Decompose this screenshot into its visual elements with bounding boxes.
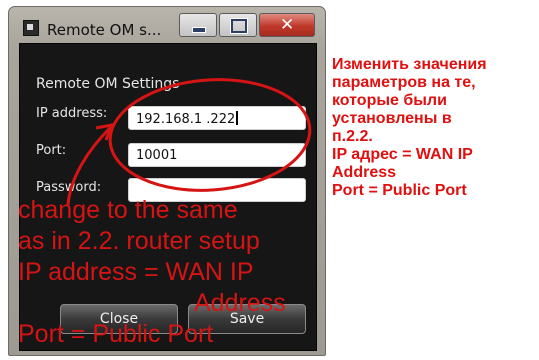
note-line: которые были: [332, 92, 447, 109]
note-line: п.2.2.: [332, 128, 373, 145]
minimize-icon: [192, 27, 206, 33]
window-title: Remote OM s...: [47, 21, 162, 39]
overlay-line: Address: [194, 289, 286, 317]
ip-address-field[interactable]: 192.168.1 .222: [128, 106, 306, 130]
russian-instruction-note: Изменить значения параметров на те, кото…: [332, 56, 537, 200]
port-label: Port:: [36, 143, 67, 158]
ip-address-label: IP address:: [36, 106, 108, 121]
ip-address-value: 192.168.1 .222: [136, 112, 236, 127]
overlay-line: IP address = WAN IP: [18, 258, 254, 286]
minimize-button[interactable]: [179, 13, 217, 37]
overlay-line: Port = Public Port: [18, 320, 214, 348]
note-line: параметров на те,: [332, 74, 476, 91]
maximize-button[interactable]: [219, 13, 257, 37]
overlay-line: change to the same: [18, 196, 238, 224]
note-line: Address: [332, 164, 397, 181]
overlay-line: as in 2.2. router setup: [18, 227, 260, 255]
text-caret: [236, 111, 239, 125]
note-line: Изменить значения: [332, 56, 487, 73]
port-field[interactable]: 10001: [128, 143, 306, 167]
note-line: IP адрес = WAN IP: [332, 146, 473, 163]
note-line: Port = Public Port: [332, 182, 467, 199]
password-label: Password:: [36, 180, 102, 195]
app-icon: [23, 20, 39, 36]
settings-heading: Remote OM Settings: [36, 76, 180, 92]
note-line: установлены в: [332, 110, 452, 127]
close-window-button[interactable]: ✕: [259, 13, 315, 37]
close-icon: ✕: [280, 15, 295, 35]
maximize-icon: [230, 18, 248, 34]
red-overlay-note: change to the same as in 2.2. router set…: [18, 195, 328, 350]
